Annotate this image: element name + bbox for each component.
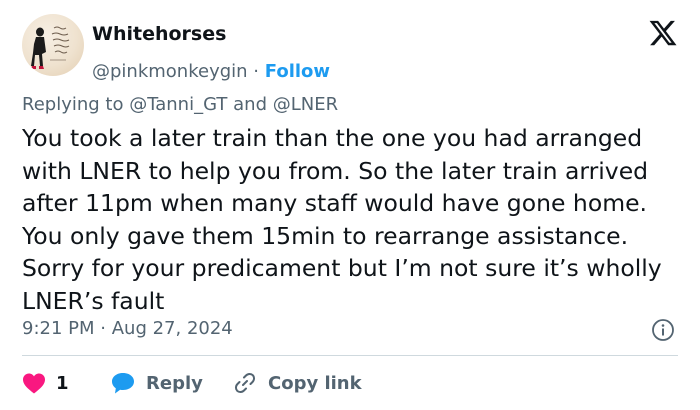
avatar-image: [31, 26, 70, 69]
reply-context: Replying to @Tanni_GT and @LNER: [22, 94, 338, 115]
heart-icon: [23, 373, 45, 394]
reply-prefix: Replying to: [22, 94, 124, 115]
x-logo-icon[interactable]: [648, 18, 678, 48]
author-handle[interactable]: @pinkmonkeygin: [92, 61, 248, 82]
mention-lner[interactable]: @LNER: [273, 94, 338, 115]
reply-button[interactable]: Reply: [110, 368, 203, 398]
avatar[interactable]: [22, 14, 84, 76]
like-count: 1: [56, 372, 69, 394]
copy-link-label: Copy link: [268, 372, 362, 394]
speech-bubble-icon: [112, 373, 134, 394]
link-icon: [234, 372, 256, 394]
follow-button[interactable]: Follow: [265, 61, 330, 82]
tweet-header: Whitehorses @pinkmonkeygin · Follow: [22, 14, 682, 82]
tweet-actions: 1 Reply Copy link: [22, 368, 678, 398]
separator: ·: [100, 318, 106, 339]
reply-label: Reply: [146, 372, 203, 394]
mention-tanni[interactable]: @Tanni_GT: [129, 94, 227, 115]
author-handle-row: @pinkmonkeygin · Follow: [92, 61, 330, 82]
reply-conjunction: and: [233, 94, 267, 115]
tweet-timestamp[interactable]: 9:21 PM · Aug 27, 2024: [22, 318, 233, 339]
tweet-time: 9:21 PM: [22, 318, 95, 339]
divider: [22, 355, 678, 356]
author-name[interactable]: Whitehorses: [92, 23, 226, 45]
separator: ·: [253, 61, 260, 82]
copy-link-button[interactable]: Copy link: [232, 368, 362, 398]
tweet-date: Aug 27, 2024: [111, 318, 233, 339]
tweet-text: You took a later train than the one you …: [22, 124, 662, 315]
like-button[interactable]: 1: [22, 368, 69, 398]
info-icon[interactable]: [651, 318, 675, 342]
